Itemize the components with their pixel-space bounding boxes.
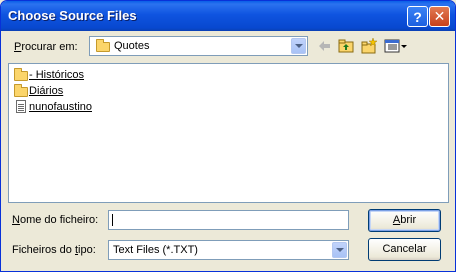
title-bar[interactable]: Choose Source Files ? ✕ (1, 1, 455, 31)
look-in-value: Quotes (114, 40, 150, 52)
look-in-label: Procurar em: (14, 41, 78, 53)
choose-source-files-dialog: Choose Source Files ? ✕ Procurar em: Quo… (0, 0, 456, 272)
back-arrow-icon[interactable] (316, 38, 332, 54)
list-item[interactable]: nunofaustino (9, 99, 209, 115)
filetype-value: Text Files (*.TXT) (113, 244, 198, 256)
text-file-icon (16, 100, 26, 113)
new-folder-icon[interactable] (361, 38, 377, 54)
open-button[interactable]: Abrir (368, 209, 441, 232)
folder-icon (96, 39, 110, 52)
window-title: Choose Source Files (8, 8, 137, 23)
filename-label: Nome do ficheiro: (12, 214, 99, 226)
close-button[interactable]: ✕ (429, 6, 450, 27)
filetype-dropdown-button[interactable] (332, 242, 347, 258)
list-item-label: Diários (29, 85, 64, 97)
open-button-label: brir (400, 214, 417, 226)
filetype-combobox[interactable]: Text Files (*.TXT) (108, 240, 349, 260)
cancel-button[interactable]: Cancelar (368, 238, 441, 261)
help-button[interactable]: ? (407, 6, 428, 27)
look-in-dropdown-button[interactable] (291, 38, 306, 54)
filetype-label: Ficheiros do tipo: (12, 244, 96, 256)
chevron-down-icon (335, 248, 344, 252)
look-in-combobox[interactable]: Quotes (89, 36, 308, 56)
chevron-down-icon (294, 44, 303, 48)
folder-icon (14, 68, 28, 81)
help-icon: ? (413, 8, 422, 25)
list-item[interactable]: Diários (9, 83, 209, 99)
filename-input[interactable] (108, 210, 349, 230)
list-item-label: - Históricos (29, 69, 85, 81)
up-folder-icon[interactable] (338, 38, 354, 54)
folder-icon (14, 84, 28, 97)
close-icon: ✕ (433, 8, 446, 24)
list-item[interactable]: - Históricos (9, 67, 209, 83)
list-item-label: nunofaustino (29, 101, 92, 113)
text-cursor (112, 214, 113, 226)
view-menu-icon[interactable] (384, 38, 408, 54)
file-list[interactable]: - Históricos Diários nunofaustino (8, 63, 449, 203)
